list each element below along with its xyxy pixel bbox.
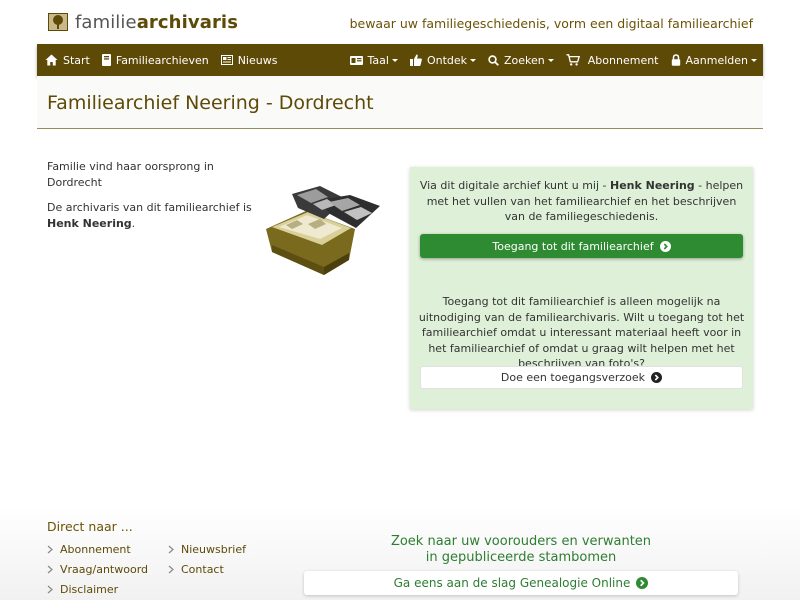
- site-logo[interactable]: familiearchivaris: [48, 11, 239, 33]
- intro-archivist: De archivaris van dit familiearchief is …: [47, 201, 252, 230]
- nav-aanmelden[interactable]: Aanmelden: [665, 44, 764, 76]
- thumbs-up-icon: [409, 54, 422, 66]
- access-panel: Via dit digitale archief kunt u mij - He…: [410, 167, 753, 409]
- id-card-icon: [349, 55, 363, 65]
- nav-ontdek[interactable]: Ontdek: [404, 44, 482, 76]
- nav-familiearchieven[interactable]: Familiearchieven: [96, 44, 215, 76]
- nav-abonnement-label: Abonnement: [587, 53, 659, 67]
- footer: Direct naar ... Abonnement Nieuwsbrief V…: [0, 505, 800, 600]
- nav-nieuws-label: Nieuws: [237, 53, 278, 67]
- chevron-right-icon: [47, 545, 53, 554]
- chevron-right-icon: [168, 545, 174, 554]
- footer-heading: Direct naar ...: [47, 519, 133, 534]
- archivist-name: Henk Neering: [47, 217, 132, 230]
- cart-icon: [566, 54, 580, 66]
- nav-nieuws[interactable]: Nieuws: [215, 44, 284, 76]
- page-header: Familiearchief Neering - Dordrecht: [37, 76, 763, 129]
- main-navbar: Start Familiearchieven Nieuws Taal Ontde…: [37, 44, 763, 76]
- tree-logo-icon: [48, 13, 68, 31]
- photo-album-image: [266, 186, 380, 275]
- request-access-button-label: Doe een toegangsverzoek: [500, 371, 646, 384]
- footer-link-nieuwsbrief[interactable]: Nieuwsbrief: [168, 543, 246, 556]
- chevron-circle-right-icon: [636, 577, 649, 589]
- access-archive-button-label: Toegang tot dit familiearchief: [492, 239, 654, 253]
- caret-down-icon: [470, 58, 477, 62]
- site-tagline: bewaar uw familiegeschiedenis, vorm een …: [349, 16, 753, 31]
- request-access-button[interactable]: Doe een toegangsverzoek: [420, 366, 743, 389]
- nav-abonnement[interactable]: Abonnement: [560, 44, 665, 76]
- footer-link-abonnement[interactable]: Abonnement: [47, 543, 131, 556]
- access-archive-button[interactable]: Toegang tot dit familiearchief: [420, 234, 743, 258]
- nav-aanmelden-label: Aanmelden: [685, 53, 749, 67]
- genealogie-online-button-label: Ga eens aan de slag Genealogie Online: [393, 576, 631, 590]
- book-icon: [101, 54, 111, 66]
- footer-link-contact[interactable]: Contact: [168, 563, 224, 576]
- access-intro-text: Via dit digitale archief kunt u mij - He…: [419, 179, 744, 223]
- chevron-right-icon: [47, 565, 53, 574]
- nav-start[interactable]: Start: [37, 44, 96, 76]
- newspaper-icon: [220, 55, 233, 65]
- chevron-circle-right-icon: [659, 240, 671, 252]
- footer-link-disclaimer[interactable]: Disclaimer: [47, 583, 118, 596]
- genealogy-promo-text: Zoek naar uw voorouders en verwanten in …: [390, 534, 652, 565]
- genealogie-online-button[interactable]: Ga eens aan de slag Genealogie Online: [304, 571, 738, 595]
- home-icon: [45, 54, 58, 66]
- caret-down-icon: [391, 58, 398, 62]
- chevron-circle-right-icon: [651, 372, 663, 383]
- nav-familiearchieven-label: Familiearchieven: [115, 53, 209, 67]
- nav-zoeken-label: Zoeken: [504, 53, 545, 67]
- page-title: Familiearchief Neering - Dordrecht: [47, 92, 374, 114]
- nav-start-label: Start: [63, 53, 90, 67]
- intro-origin: Familie vind haar oorsprong in Dordrecht: [47, 160, 214, 189]
- chevron-right-icon: [47, 585, 53, 594]
- archivist-name: Henk Neering: [610, 179, 695, 192]
- caret-down-icon: [751, 58, 757, 62]
- nav-taal-label: Taal: [367, 53, 389, 67]
- nav-zoeken[interactable]: Zoeken: [482, 44, 560, 76]
- access-request-text: Toegang tot dit familiearchief is alleen…: [418, 295, 745, 370]
- logo-text: familiearchivaris: [75, 11, 239, 33]
- nav-taal[interactable]: Taal: [344, 44, 404, 76]
- caret-down-icon: [547, 58, 554, 62]
- chevron-right-icon: [168, 565, 174, 574]
- footer-link-vraag-antwoord[interactable]: Vraag/antwoord: [47, 563, 148, 576]
- lock-icon: [671, 54, 680, 66]
- nav-ontdek-label: Ontdek: [426, 53, 468, 67]
- search-icon: [488, 54, 499, 66]
- archive-intro: Familie vind haar oorsprong in Dordrecht…: [47, 159, 262, 241]
